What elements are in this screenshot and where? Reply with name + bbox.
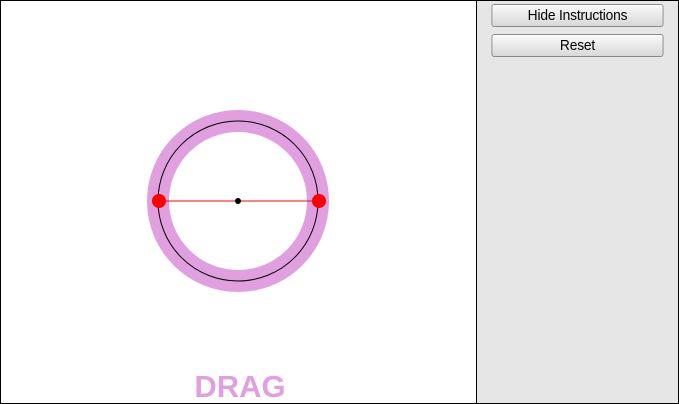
applet-window: DRAG Hide Instructions Reset	[0, 0, 679, 404]
drawing-canvas[interactable]: DRAG	[0, 0, 477, 404]
center-point	[235, 198, 241, 204]
left-handle-point[interactable]	[152, 194, 166, 208]
reset-label: Reset	[559, 37, 596, 54]
right-handle-point[interactable]	[312, 194, 326, 208]
drag-hint-text: DRAG	[194, 369, 285, 403]
control-panel: Hide Instructions Reset	[476, 0, 679, 404]
hide-instructions-button[interactable]: Hide Instructions	[491, 4, 664, 27]
geometry-svg[interactable]: DRAG	[1, 1, 477, 403]
hide-instructions-label: Hide Instructions	[527, 7, 628, 24]
reset-button[interactable]: Reset	[491, 34, 664, 57]
